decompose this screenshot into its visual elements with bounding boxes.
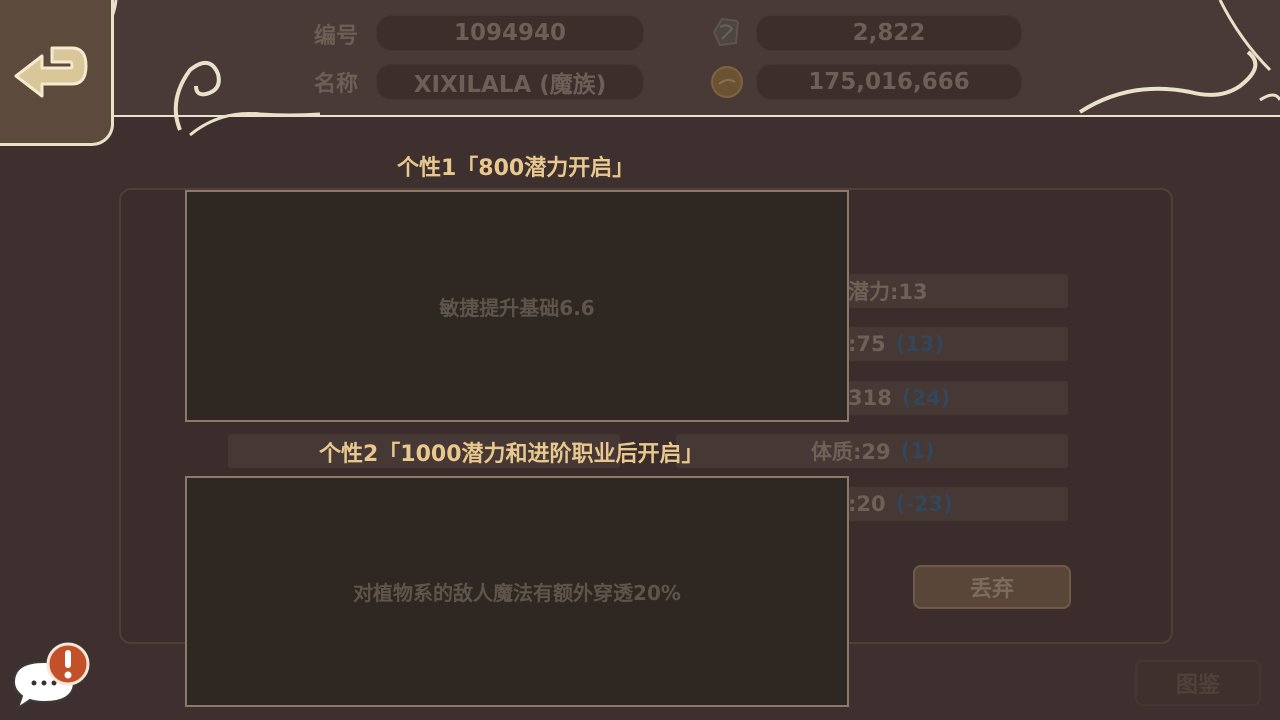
top-header: 编号 1094940 名称 XIXILALA (魔族) 2,822 175,01… bbox=[0, 0, 1280, 137]
stat-text: :20 bbox=[848, 492, 886, 516]
trait2-title: 个性2「1000潜力和进阶职业后开启」 bbox=[319, 442, 704, 467]
stat-text: 318 bbox=[848, 386, 892, 410]
frame-ornament-right bbox=[1078, 0, 1280, 114]
gem-icon bbox=[712, 17, 740, 47]
exclamation-icon bbox=[46, 642, 90, 686]
id-field: 1094940 bbox=[376, 15, 644, 51]
return-arrow-icon bbox=[14, 46, 88, 98]
name-field: XIXILALA (魔族) bbox=[376, 64, 644, 100]
back-button[interactable] bbox=[0, 0, 114, 146]
stat-text: 体质:29 bbox=[811, 440, 891, 464]
gold-count: 175,016,666 bbox=[756, 64, 1022, 100]
trait1-title: 个性1「800潜力开启」 bbox=[397, 156, 635, 181]
gem-count: 2,822 bbox=[756, 15, 1022, 51]
trait2-description: 对植物系的敌人魔法有额外穿透20% bbox=[353, 581, 681, 605]
stat-bonus: (1) bbox=[900, 439, 935, 463]
discard-button[interactable]: 丢弃 bbox=[913, 565, 1071, 609]
codex-button[interactable]: 图鉴 bbox=[1135, 660, 1261, 706]
stat-row-3: 318 (24) bbox=[848, 381, 1068, 415]
stat-text: :75 bbox=[848, 332, 886, 356]
trait1-box: 敏捷提升基础6.6 bbox=[185, 190, 849, 422]
gold-coin-icon bbox=[711, 66, 743, 98]
stat-row-2: :75 (13) bbox=[848, 327, 1068, 361]
stat-bonus: (24) bbox=[901, 386, 951, 410]
stat-bonus: (-23) bbox=[895, 492, 953, 516]
chat-bubble-icon[interactable] bbox=[6, 642, 96, 712]
trait2-box: 对植物系的敌人魔法有额外穿透20% bbox=[185, 476, 849, 707]
id-label: 编号 bbox=[314, 24, 359, 49]
stat-row-5: :20 (-23) bbox=[848, 487, 1068, 521]
trait1-description: 敏捷提升基础6.6 bbox=[439, 295, 595, 320]
stat-bonus: (13) bbox=[895, 332, 945, 356]
frame-ornament-left bbox=[173, 61, 321, 137]
stat-text: 潜力:13 bbox=[848, 280, 928, 304]
stat-constitution: 体质:29 (1) bbox=[676, 434, 1068, 468]
stat-potential: 潜力:13 bbox=[848, 274, 1068, 308]
